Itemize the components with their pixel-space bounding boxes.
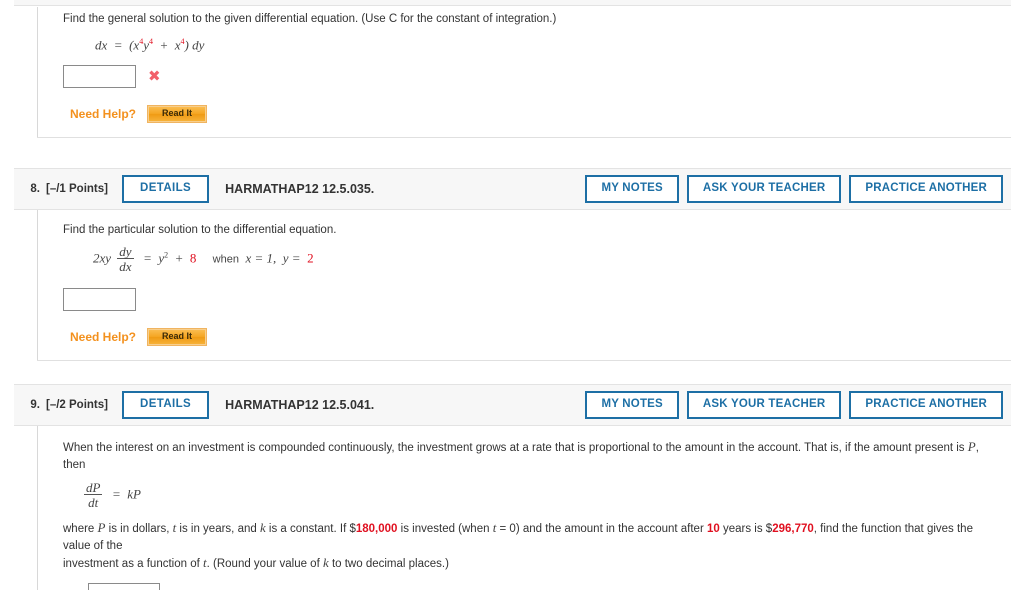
problem-9-p-answer-row: P = xyxy=(63,583,1011,590)
p-equals-label: P = xyxy=(63,587,83,590)
problem-8-number: 8. xyxy=(30,183,40,195)
problem-9-intro: When the interest on an investment is co… xyxy=(63,438,998,474)
p9-body-4: is a constant. If $ xyxy=(265,522,356,535)
problem-9-equation: dP dt = kP xyxy=(81,479,1011,511)
p9-body-line2-1: investment as a function of xyxy=(63,558,203,571)
eq8-derivative-fraction: dy dx xyxy=(117,243,134,275)
eq7-plus: + xyxy=(159,37,169,52)
p9-principal-amount: 180,000 xyxy=(355,522,398,535)
page-top-strip xyxy=(14,0,1011,6)
problem-8-answer-input[interactable] xyxy=(63,287,136,311)
problem-7-answer-input[interactable] xyxy=(63,65,136,88)
p9-body-5: is invested (when xyxy=(397,522,493,535)
eq9-derivative-fraction: dP dt xyxy=(84,479,103,511)
eq7-y1-exponent: 4 xyxy=(148,36,153,46)
problem-9-p-input[interactable] xyxy=(87,583,160,590)
problem-9-body: When the interest on an investment is co… xyxy=(37,426,1011,590)
eq8-frac-denominator: dx xyxy=(119,259,132,275)
ask-your-teacher-button-9[interactable]: ASK YOUR TEACHER xyxy=(686,391,842,419)
problem-7-body: Find the general solution to the given d… xyxy=(37,7,1011,137)
problem-9-number: 9. xyxy=(30,399,40,411)
problem-8-divider xyxy=(37,359,1011,361)
details-button-8[interactable]: DETAILS xyxy=(121,175,210,203)
practice-another-button-9[interactable]: PRACTICE ANOTHER xyxy=(849,391,1003,419)
eq9-rhs: kP xyxy=(127,486,141,502)
problem-7-answer-row: ✖ xyxy=(63,65,1011,88)
problem-8-points: [–/1 Points] xyxy=(46,183,108,195)
problem-8-header-buttons: MY NOTES ASK YOUR TEACHER PRACTICE ANOTH… xyxy=(585,175,1003,203)
problem-9-code: HARMATHAP12 12.5.041. xyxy=(225,398,375,412)
eq7-equals: = xyxy=(113,37,123,52)
p9-body-line2-2: . (Round your value of xyxy=(206,558,323,571)
eq9-frac-numerator: dP xyxy=(84,479,103,496)
problem-9-intro-var: P xyxy=(967,439,976,454)
need-help-label-8: Need Help? xyxy=(70,329,137,344)
eq8-frac-numerator: dy xyxy=(117,243,134,260)
eq9-frac-denominator: dt xyxy=(88,495,99,511)
problem-9-header-buttons: MY NOTES ASK YOUR TEACHER PRACTICE ANOTH… xyxy=(585,391,1003,419)
problem-block-9: 9. [–/2 Points] DETAILS HARMATHAP12 12.5… xyxy=(14,384,1011,590)
eq8-equals: = xyxy=(143,250,152,266)
details-button-9[interactable]: DETAILS xyxy=(121,391,210,419)
problem-8-code: HARMATHAP12 12.5.035. xyxy=(225,182,375,196)
eq8-when-label: when xyxy=(212,253,239,266)
p9-body-1: where xyxy=(63,522,98,535)
problem-block-7: Find the general solution to the given d… xyxy=(14,7,1011,138)
eq8-constant: 8 xyxy=(189,250,197,266)
problem-9-body-text: where P is in dollars, t is in years, an… xyxy=(63,519,998,573)
p9-years: 10 xyxy=(706,522,720,535)
eq8-y-condition-value: 2 xyxy=(307,250,314,266)
my-notes-button-9[interactable]: MY NOTES xyxy=(585,391,679,419)
problem-7-divider xyxy=(37,136,1011,138)
practice-another-button-8[interactable]: PRACTICE ANOTHER xyxy=(849,175,1003,203)
problem-7-equation: dx = (x4y4 + x4) dy xyxy=(95,37,1011,53)
problem-8-equation: 2xy dy dx = y2 + 8 when x = 1, y = 2 xyxy=(93,245,1011,274)
problem-8-answer-row xyxy=(63,287,1011,311)
p9-body-6: = 0) and the amount in the account after xyxy=(496,522,707,535)
eq8-y-exponent: 2 xyxy=(164,249,169,259)
problem-block-8: 8. [–/1 Points] DETAILS HARMATHAP12 12.5… xyxy=(14,168,1011,361)
problem-7-need-help: Need Help? Read It xyxy=(70,105,1011,123)
problem-9-intro-part1: When the interest on an investment is co… xyxy=(63,442,968,454)
problem-8-question: Find the particular solution to the diff… xyxy=(63,224,337,236)
my-notes-button-8[interactable]: MY NOTES xyxy=(585,175,679,203)
read-it-button[interactable]: Read It xyxy=(147,105,208,123)
assignment-page: Find the general solution to the given d… xyxy=(0,0,1024,590)
problem-8-header: 8. [–/1 Points] DETAILS HARMATHAP12 12.5… xyxy=(14,168,1011,210)
p9-final-amount: 296,770 xyxy=(772,522,814,535)
problem-8-body: Find the particular solution to the diff… xyxy=(37,210,1011,360)
eq8-x-condition: x = 1, xyxy=(245,250,277,266)
eq7-close: ) dy xyxy=(184,37,205,52)
p9-body-2: is in dollars, xyxy=(105,522,173,535)
p9-body-7: years is $ xyxy=(719,522,773,535)
problem-7-question: Find the general solution to the given d… xyxy=(63,13,557,25)
eq9-equals: = xyxy=(111,486,121,502)
problem-8-need-help: Need Help? Read It xyxy=(70,327,1011,346)
read-it-button-8[interactable]: Read It xyxy=(147,327,208,346)
incorrect-x-icon: ✖ xyxy=(148,67,161,85)
problem-9-header: 9. [–/2 Points] DETAILS HARMATHAP12 12.5… xyxy=(14,384,1011,426)
ask-your-teacher-button-8[interactable]: ASK YOUR TEACHER xyxy=(686,175,842,203)
p9-body-3: is in years, and xyxy=(176,522,260,535)
eq8-y-condition-var: y = xyxy=(282,250,301,266)
eq7-lhs: dx xyxy=(95,37,108,52)
problem-9-points: [–/2 Points] xyxy=(46,399,108,411)
need-help-label: Need Help? xyxy=(70,106,137,121)
eq8-coefficient: 2xy xyxy=(93,250,112,266)
p9-body-line2-3: to two decimal places.) xyxy=(328,558,449,571)
